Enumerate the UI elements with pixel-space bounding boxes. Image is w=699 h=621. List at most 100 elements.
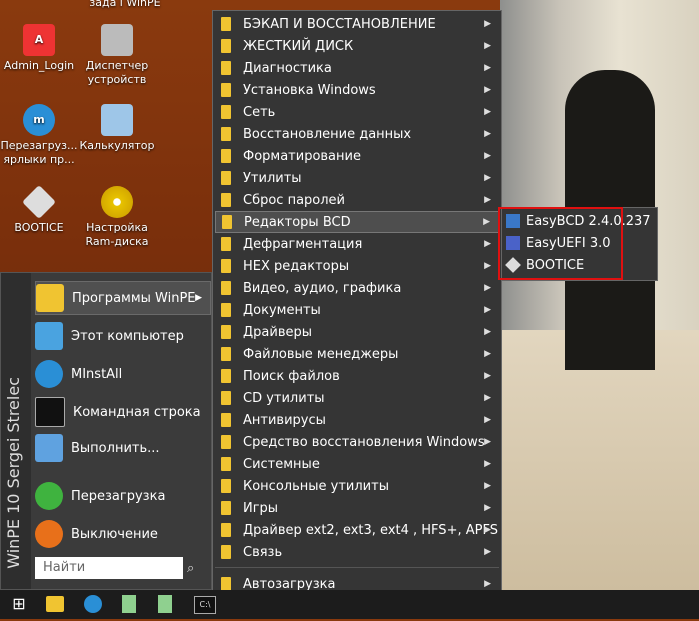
file-explorer-icon[interactable] xyxy=(46,596,64,612)
desktop-icon-device-manager[interactable]: Диспетчер устройств xyxy=(72,24,162,87)
chevron-right-icon: ▶ xyxy=(484,349,491,359)
menu-item-19[interactable]: Средство восстановления Windows ▶ xyxy=(215,431,499,453)
start-item-cmd[interactable]: Командная строка xyxy=(35,395,211,429)
menu-item-24[interactable]: Связь ▶ xyxy=(215,541,499,563)
menu-item-17[interactable]: CD утилиты ▶ xyxy=(215,387,499,409)
run-icon xyxy=(35,434,63,462)
menu-item-12[interactable]: Видео, аудио, графика ▶ xyxy=(215,277,499,299)
start-item-label: Выключение xyxy=(71,526,158,542)
command-prompt-icon[interactable]: C:\ xyxy=(194,596,216,614)
menu-item-20[interactable]: Системные ▶ xyxy=(215,453,499,475)
start-menu-side-title: WinPE 10 Sergei Strelec xyxy=(4,377,23,569)
folder-icon xyxy=(221,105,231,119)
menu-item-label: Поиск файлов xyxy=(243,368,340,384)
search-input[interactable]: Найти xyxy=(35,557,183,579)
menu-item-0[interactable]: БЭКАП И ВОССТАНОВЛЕНИЕ ▶ xyxy=(215,13,499,35)
chevron-right-icon: ▶ xyxy=(484,525,491,535)
menu-item-label: Антивирусы xyxy=(243,412,326,428)
folder-icon xyxy=(221,347,231,361)
minstall-icon[interactable] xyxy=(84,595,102,613)
menu-item-11[interactable]: HEX редакторы ▶ xyxy=(215,255,499,277)
start-item-label: Этот компьютер xyxy=(71,328,184,344)
menu-item-label: Игры xyxy=(243,500,279,516)
folder-icon xyxy=(221,413,231,427)
menu-item-label: Восстановление данных xyxy=(243,126,412,142)
menu-item-6[interactable]: Форматирование ▶ xyxy=(215,145,499,167)
chevron-right-icon: ▶ xyxy=(484,261,491,271)
search-icon[interactable]: ⌕ xyxy=(187,561,194,576)
folder-icon xyxy=(221,501,231,515)
highlight-box xyxy=(498,207,623,280)
menu-item-4[interactable]: Сеть ▶ xyxy=(215,101,499,123)
folder-icon xyxy=(221,325,231,339)
menu-item-18[interactable]: Антивирусы ▶ xyxy=(215,409,499,431)
folder-icon xyxy=(221,61,231,75)
menu-item-3[interactable]: Установка Windows ▶ xyxy=(215,79,499,101)
menu-item-10[interactable]: Дефрагментация ▶ xyxy=(215,233,499,255)
start-item-restart[interactable]: Перезагрузка xyxy=(35,479,211,513)
menu-item-label: Системные xyxy=(243,456,320,472)
menu-item-13[interactable]: Документы ▶ xyxy=(215,299,499,321)
chevron-right-icon: ▶ xyxy=(484,305,491,315)
chevron-right-icon: ▶ xyxy=(484,437,491,447)
folder-icon xyxy=(221,523,231,537)
start-item-run[interactable]: Выполнить... xyxy=(35,431,211,465)
device-manager-icon xyxy=(101,24,133,56)
folder-icon xyxy=(221,435,231,449)
chevron-right-icon: ▶ xyxy=(484,415,491,425)
menu-item-label: Связь xyxy=(243,544,283,560)
ramdisk-icon xyxy=(101,186,133,218)
menu-item-label: Сеть xyxy=(243,104,276,120)
menu-item-label: Форматирование xyxy=(243,148,361,164)
chevron-right-icon: ▶ xyxy=(195,293,202,303)
notepad-icon[interactable] xyxy=(158,595,172,613)
menu-item-8[interactable]: Сброс паролей ▶ xyxy=(215,189,499,211)
desktop-icon-calculator[interactable]: Калькулятор xyxy=(72,104,162,153)
menu-item-14[interactable]: Драйверы ▶ xyxy=(215,321,499,343)
start-menu-side-banner: WinPE 10 Sergei Strelec xyxy=(1,273,31,589)
folder-icon xyxy=(221,303,231,317)
menu-item-1[interactable]: ЖЕСТКИЙ ДИСК ▶ xyxy=(215,35,499,57)
menu-item-22[interactable]: Игры ▶ xyxy=(215,497,499,519)
power-icon xyxy=(35,520,63,548)
chevron-right-icon: ▶ xyxy=(484,19,491,29)
folder-icon xyxy=(222,215,232,229)
menu-separator xyxy=(215,567,499,568)
menu-item-23[interactable]: Драйвер ext2, ext3, ext4 , HFS+, APFS ▶ xyxy=(215,519,499,541)
folder-icon xyxy=(221,237,231,251)
start-item-shutdown[interactable]: Выключение xyxy=(35,517,211,551)
chevron-right-icon: ▶ xyxy=(484,85,491,95)
menu-item-7[interactable]: Утилиты ▶ xyxy=(215,167,499,189)
chevron-right-icon: ▶ xyxy=(484,239,491,249)
folder-icon xyxy=(221,171,231,185)
menu-item-21[interactable]: Консольные утилиты ▶ xyxy=(215,475,499,497)
menu-item-label: Редакторы BCD xyxy=(244,214,351,230)
menu-item-label: ЖЕСТКИЙ ДИСК xyxy=(243,38,354,54)
menu-item-16[interactable]: Поиск файлов ▶ xyxy=(215,365,499,387)
menu-item-5[interactable]: Восстановление данных ▶ xyxy=(215,123,499,145)
menu-item-label: Файловые менеджеры xyxy=(243,346,399,362)
chevron-right-icon: ▶ xyxy=(484,327,491,337)
start-item-programs-winpe[interactable]: Программы WinPE ▶ xyxy=(35,281,211,315)
restart-icon xyxy=(35,482,63,510)
chevron-right-icon: ▶ xyxy=(484,63,491,73)
windows-logo-icon[interactable]: ⊞ xyxy=(8,593,30,615)
folder-icon xyxy=(36,284,64,312)
start-item-minstall[interactable]: MInstAll xyxy=(35,357,211,391)
start-item-label: Выполнить... xyxy=(71,440,160,456)
menu-item-2[interactable]: Диагностика ▶ xyxy=(215,57,499,79)
menu-item-9[interactable]: Редакторы BCD ▶ xyxy=(215,211,499,233)
menu-item-label: HEX редакторы xyxy=(243,258,350,274)
minstall-icon: m xyxy=(23,104,55,136)
computer-icon xyxy=(35,322,63,350)
taskbar: ⊞ C:\ xyxy=(0,590,699,619)
folder-icon xyxy=(221,369,231,383)
folder-icon xyxy=(221,545,231,559)
chevron-right-icon: ▶ xyxy=(484,107,491,117)
programs-menu: БЭКАП И ВОССТАНОВЛЕНИЕ ▶ ЖЕСТКИЙ ДИСК ▶ Диаг… xyxy=(212,10,502,621)
desktop-icon-ramdisk[interactable]: Настройка Ram-диска xyxy=(72,186,162,249)
start-item-this-pc[interactable]: Этот компьютер xyxy=(35,319,211,353)
folder-icon xyxy=(221,17,231,31)
menu-item-15[interactable]: Файловые менеджеры ▶ xyxy=(215,343,499,365)
notepad-icon[interactable] xyxy=(122,595,136,613)
